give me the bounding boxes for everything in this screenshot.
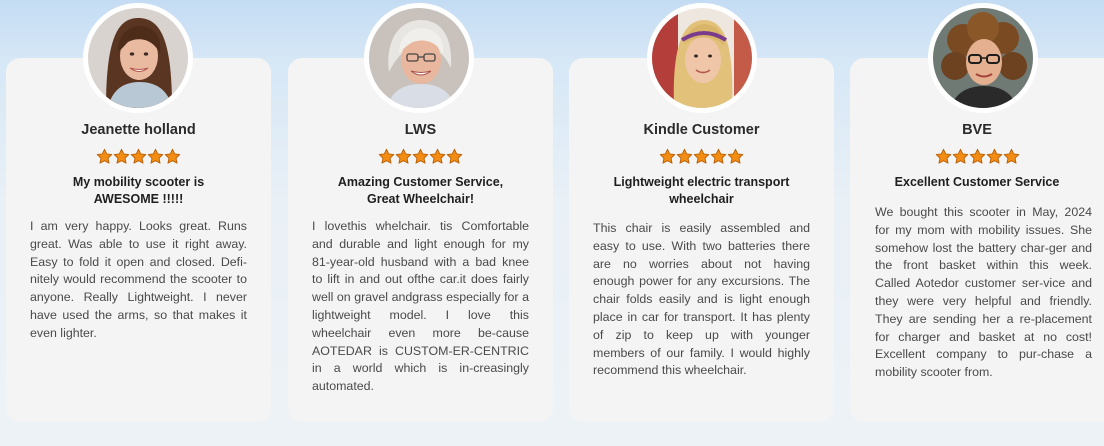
review-headline: Lightweight electric transport wheelchai… bbox=[613, 175, 790, 206]
reviewer-avatar bbox=[928, 3, 1038, 113]
star-icon bbox=[952, 148, 969, 165]
reviewer-name: Jeanette holland bbox=[81, 122, 196, 138]
star-icon bbox=[659, 148, 676, 165]
woman-brown-hair-portrait-icon bbox=[88, 8, 188, 108]
review-headline: My mobility scooter is AWESOME !!!!! bbox=[72, 175, 205, 206]
review-body: This chair is easily assembled and easy … bbox=[593, 221, 810, 378]
star-icon bbox=[986, 148, 1003, 165]
star-icon bbox=[395, 148, 412, 165]
star-icon bbox=[113, 148, 130, 165]
star-rating bbox=[288, 148, 553, 165]
older-woman-white-hair-portrait-icon bbox=[369, 8, 469, 108]
reviewer-name: Kindle Customer bbox=[643, 122, 760, 138]
star-icon bbox=[147, 148, 164, 165]
star-icon bbox=[378, 148, 395, 165]
reviewer-name: LWS bbox=[404, 122, 437, 138]
star-icon bbox=[446, 148, 463, 165]
star-icon bbox=[935, 148, 952, 165]
reviewer-avatar bbox=[83, 3, 193, 113]
star-icon bbox=[710, 148, 727, 165]
star-rating bbox=[569, 148, 834, 165]
star-rating bbox=[850, 148, 1104, 165]
reviewer-avatar bbox=[364, 3, 474, 113]
reviewer-name: BVE bbox=[962, 122, 992, 138]
star-icon bbox=[412, 148, 429, 165]
review-headline: Amazing Customer Service, Great Wheelcha… bbox=[337, 175, 504, 206]
star-icon bbox=[727, 148, 744, 165]
review-headline: Excellent Customer Service bbox=[894, 175, 1060, 189]
star-icon bbox=[693, 148, 710, 165]
review-body: We bought this scooter in May, 2024 for … bbox=[875, 205, 1092, 380]
review-body: I lovethis whelchair. tis Comfortable an… bbox=[312, 219, 529, 394]
star-icon bbox=[164, 148, 181, 165]
star-icon bbox=[429, 148, 446, 165]
star-rating bbox=[6, 148, 271, 165]
blonde-woman-headband-portrait-icon bbox=[652, 8, 752, 108]
star-icon bbox=[969, 148, 986, 165]
star-icon bbox=[1003, 148, 1020, 165]
reviewer-avatar bbox=[647, 3, 757, 113]
curly-hair-woman-glasses-portrait-icon bbox=[933, 8, 1033, 108]
star-icon bbox=[96, 148, 113, 165]
star-icon bbox=[130, 148, 147, 165]
review-body: I am very happy. Looks great. Runs great… bbox=[30, 219, 247, 340]
star-icon bbox=[676, 148, 693, 165]
